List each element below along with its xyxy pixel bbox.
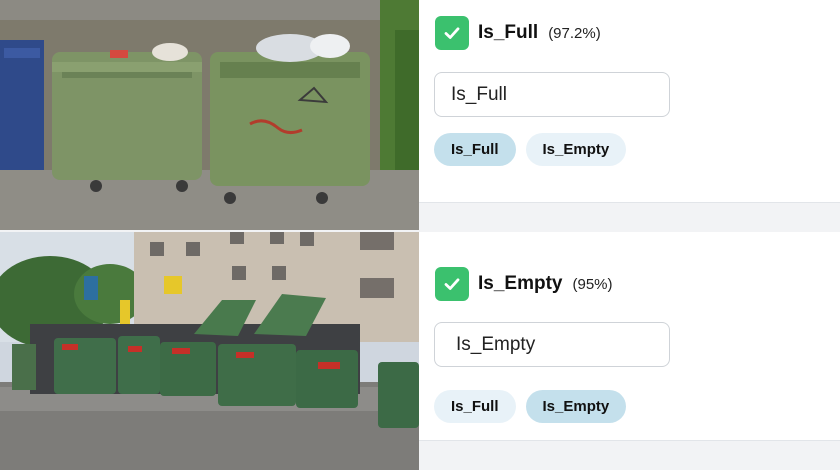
prediction-panel: Is_Full (97.2%) Is_Full Is_Full Is_Empty <box>419 0 840 202</box>
prediction-panel: Is_Empty (95%) Is_Empty Is_Full Is_Empty <box>419 232 840 440</box>
check-icon <box>435 16 469 50</box>
prediction-confidence: (97.2%) <box>548 24 601 42</box>
chip-is-full[interactable]: Is_Full <box>434 133 516 166</box>
row-divider <box>419 202 840 230</box>
predicted-label: Is_Full <box>478 22 539 43</box>
chip-is-empty[interactable]: Is_Empty <box>525 133 627 166</box>
chip-is-full[interactable]: Is_Full <box>434 390 516 423</box>
chip-is-empty[interactable]: Is_Empty <box>525 390 627 423</box>
label-chips: Is_Full Is_Empty <box>434 133 636 166</box>
prediction-confidence: (95%) <box>572 275 613 293</box>
check-icon <box>435 267 469 301</box>
full-bins-photo <box>0 0 419 230</box>
empty-bins-photo <box>0 232 419 470</box>
prediction-header: Is_Full (97.2%) <box>435 16 601 50</box>
result-row-1: Is_Full (97.2%) Is_Full Is_Full Is_Empty <box>0 0 840 230</box>
label-input[interactable]: Is_Full <box>434 72 670 117</box>
predicted-label: Is_Empty <box>478 273 563 294</box>
label-input[interactable]: Is_Empty <box>434 322 670 367</box>
row-divider <box>419 440 840 470</box>
label-chips: Is_Full Is_Empty <box>434 390 636 423</box>
result-row-2: Is_Empty (95%) Is_Empty Is_Full Is_Empty <box>0 232 840 470</box>
prediction-header: Is_Empty (95%) <box>435 267 613 301</box>
